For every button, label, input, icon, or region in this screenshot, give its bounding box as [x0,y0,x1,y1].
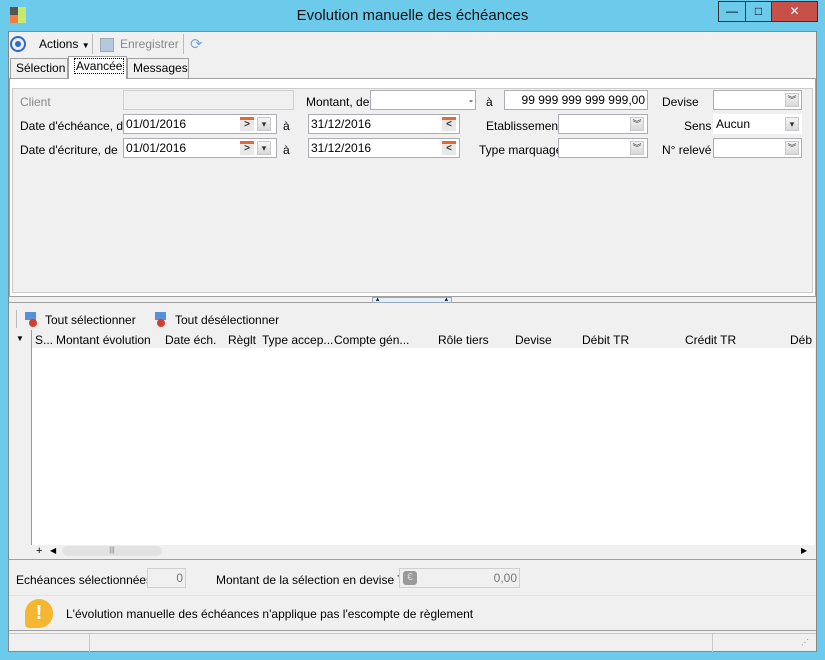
actions-label: Actions [39,37,79,51]
actions-menu[interactable]: Actions ▼ [39,37,90,51]
montant-from-value: - [469,93,473,107]
calendar-next-icon[interactable]: > [240,141,254,155]
client-field [123,90,294,110]
tab-avancee-label: Avancée [74,58,125,74]
montant-from-field[interactable]: - [370,90,476,110]
date-ecriture-a-label: à [283,143,290,157]
separator [183,34,184,54]
double-chevron-down-icon[interactable]: ︾ [630,141,644,155]
warning-message: L'évolution manuelle des échéances n'app… [66,607,474,621]
window-title: Evolution manuelle des échéances [296,7,529,24]
maximize-button[interactable]: □ [745,1,772,22]
save-button[interactable]: Enregistrer [120,37,179,51]
date-echeance-a-label: à [283,119,290,133]
dropdown-arrow-icon: ▼ [81,41,90,50]
montant-a-label: à [486,95,493,109]
date-ecriture-to-field[interactable]: 31/12/2016 [308,138,460,158]
amount-label: Montant de la sélection en devise TC [216,573,414,587]
warning-icon: ! [25,599,53,628]
grid-border [9,304,816,560]
client-label: Client [20,95,51,109]
date-ecriture-label: Date d'écriture, de [20,143,118,157]
close-button[interactable]: ✕ [772,1,818,22]
euro-icon: € [403,571,417,585]
minimize-button[interactable]: — [718,1,745,22]
devise-label: Devise [662,95,699,109]
chevron-down-icon[interactable]: ▾ [257,117,271,131]
resize-grip-icon[interactable]: ⋰ [801,638,809,647]
tab-avancee[interactable]: Avancée [68,56,127,79]
sens-label: Sens [684,119,712,133]
date-echeance-label: Date d'échéance, de [20,119,130,133]
tab-messages[interactable]: Messages [127,58,189,78]
separator [92,34,93,54]
etablissement-label: Etablissement [486,119,562,133]
selected-count-field: 0 [147,568,186,588]
double-chevron-down-icon[interactable]: ︾ [785,93,799,107]
splitter-handle[interactable]: ▲ ▲ [372,297,452,303]
refresh-icon[interactable]: ⟳ [190,35,203,53]
status-separator [89,633,90,652]
options-icon[interactable] [10,36,26,52]
status-separator [712,633,713,652]
calendar-prev-icon[interactable]: < [442,141,456,155]
chevron-down-icon[interactable]: ▾ [785,117,799,131]
releve-label: N° relevé [662,143,712,157]
calendar-next-icon[interactable]: > [240,117,254,131]
tab-selection[interactable]: Sélection [10,58,68,78]
double-chevron-down-icon[interactable]: ︾ [785,141,799,155]
calendar-prev-icon[interactable]: < [442,117,456,131]
date-echeance-to-field[interactable]: 31/12/2016 [308,114,460,134]
double-chevron-down-icon[interactable]: ︾ [630,117,644,131]
chevron-down-icon[interactable]: ▾ [257,141,271,155]
montant-to-field[interactable]: 99 999 999 999 999,00 [504,90,648,110]
type-marquage-label: Type marquage [479,143,563,157]
save-icon [100,38,114,52]
amount-field: 0,00 [399,568,520,588]
selected-count-label: Echéances sélectionnées [16,573,153,587]
montant-label: Montant, de [306,95,370,109]
status-bar [9,633,816,652]
